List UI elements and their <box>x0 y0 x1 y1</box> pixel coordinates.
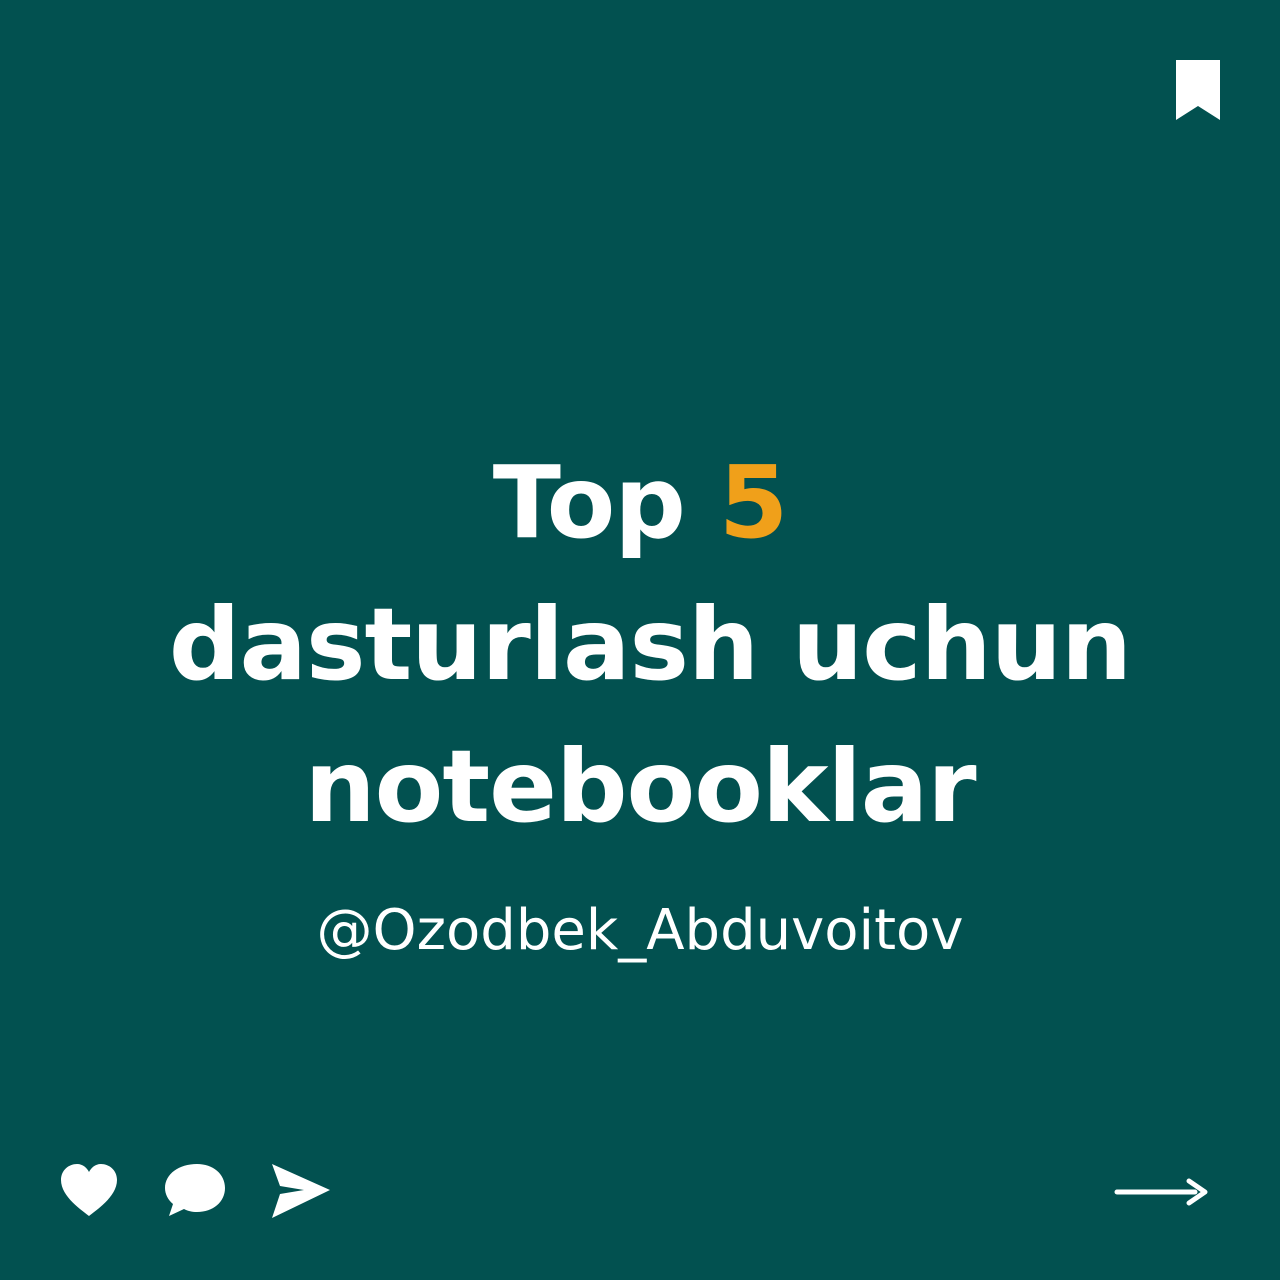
comment-icon[interactable] <box>163 1160 227 1220</box>
send-icon[interactable] <box>268 1158 334 1224</box>
heart-icon[interactable] <box>58 1162 120 1218</box>
title-prefix: Top <box>492 444 719 561</box>
post-title: Top 5 dasturlash uchun notebooklar <box>0 432 1280 858</box>
arrow-right-icon[interactable] <box>1113 1176 1209 1208</box>
title-line-2: dasturlash uchun <box>168 586 1132 703</box>
title-number: 5 <box>718 444 789 561</box>
author-handle: @Ozodbek_Abduvoitov <box>316 898 964 963</box>
title-line-3: notebooklar <box>304 728 976 845</box>
bookmark-icon[interactable] <box>1174 60 1222 120</box>
title-line-1: Top 5 <box>0 432 1280 574</box>
post-card: Top 5 dasturlash uchun notebooklar @Ozod… <box>0 0 1280 1280</box>
